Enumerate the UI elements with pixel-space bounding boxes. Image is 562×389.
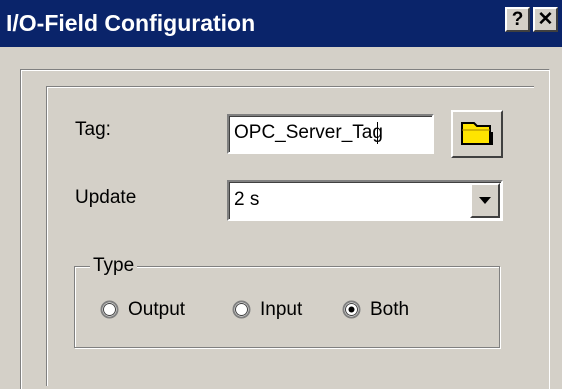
dialog-title: I/O-Field Configuration (6, 10, 256, 36)
type-group-title: Type (90, 255, 138, 277)
radio-input[interactable]: Input (232, 298, 322, 322)
chevron-down-icon (479, 197, 491, 204)
text-caret (376, 121, 378, 144)
update-label: Update (75, 187, 137, 208)
radio-both-circle (342, 300, 361, 319)
tag-input[interactable]: OPC_Server_Tag (227, 114, 434, 154)
radio-output[interactable]: Output (100, 298, 210, 322)
radio-both-label: Both (370, 299, 410, 320)
folder-icon (461, 122, 493, 145)
browse-tag-button[interactable] (451, 110, 503, 158)
tag-input-value: OPC_Server_Tag (234, 122, 383, 143)
radio-input-circle (232, 300, 251, 319)
title-bar[interactable]: I/O-Field Configuration ? ✕ (0, 0, 562, 47)
radio-both[interactable]: Both (342, 298, 422, 322)
update-dropdown-button[interactable] (470, 183, 500, 218)
radio-input-label: Input (260, 299, 303, 320)
radio-both-selected-dot (348, 306, 355, 313)
dialog-window: I/O-Field Configuration ? ✕ Tag: OPC_Ser… (0, 0, 562, 389)
radio-output-circle (100, 300, 119, 319)
update-select-value: 2 s (234, 189, 260, 210)
tag-label: Tag: (75, 119, 111, 140)
help-button[interactable]: ? (505, 7, 530, 32)
update-select[interactable]: 2 s (227, 180, 503, 221)
radio-output-label: Output (128, 299, 186, 320)
close-button[interactable]: ✕ (533, 7, 558, 32)
